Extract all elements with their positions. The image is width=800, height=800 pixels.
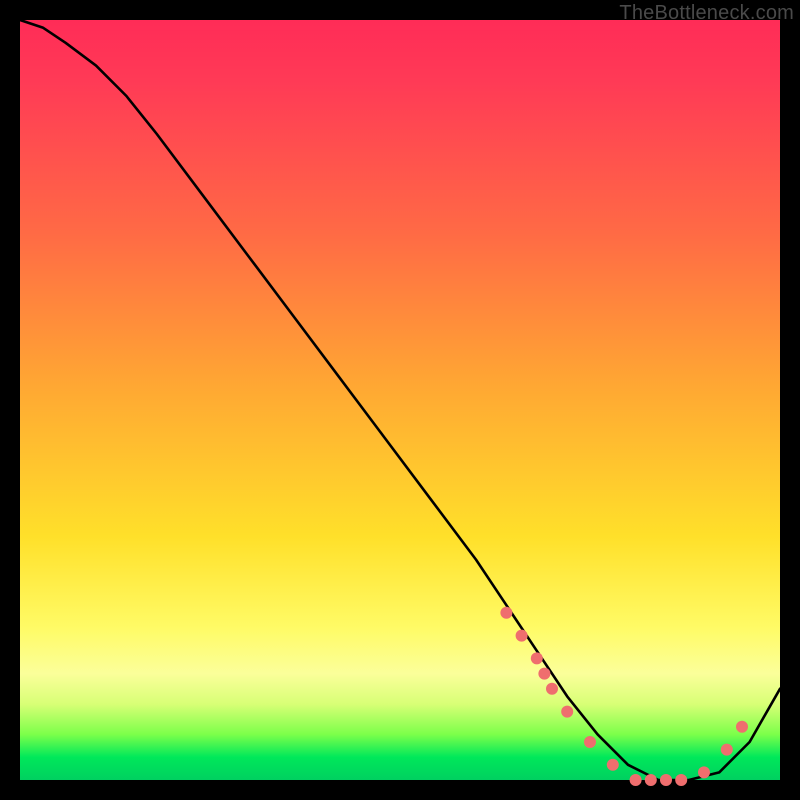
highlight-dot bbox=[645, 774, 657, 786]
highlight-dots bbox=[500, 607, 748, 786]
highlight-dot bbox=[538, 668, 550, 680]
highlight-dot bbox=[607, 759, 619, 771]
highlight-dot bbox=[561, 706, 573, 718]
highlight-dot bbox=[675, 774, 687, 786]
chart-frame: TheBottleneck.com bbox=[0, 0, 800, 800]
highlight-dot bbox=[584, 736, 596, 748]
highlight-dot bbox=[546, 683, 558, 695]
plot-area bbox=[20, 20, 780, 780]
curve-svg bbox=[20, 20, 780, 780]
highlight-dot bbox=[630, 774, 642, 786]
highlight-dot bbox=[721, 744, 733, 756]
highlight-dot bbox=[531, 652, 543, 664]
highlight-dot bbox=[516, 630, 528, 642]
highlight-dot bbox=[736, 721, 748, 733]
highlight-dot bbox=[660, 774, 672, 786]
watermark-text: TheBottleneck.com bbox=[619, 2, 794, 25]
bottleneck-curve bbox=[20, 20, 780, 780]
highlight-dot bbox=[500, 607, 512, 619]
highlight-dot bbox=[698, 766, 710, 778]
